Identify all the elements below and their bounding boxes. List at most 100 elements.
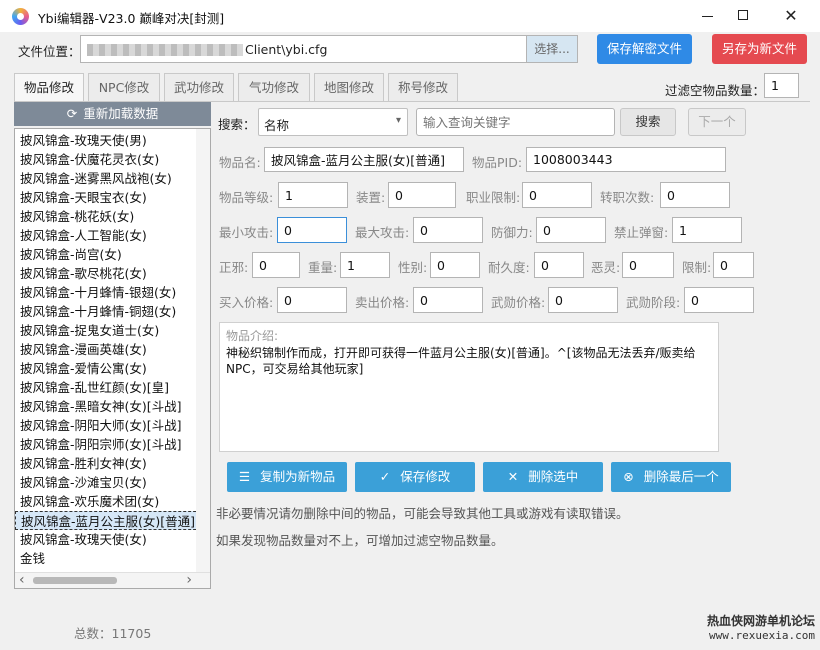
save-decrypted-button[interactable]: 保存解密文件 bbox=[597, 34, 692, 64]
tab-martial[interactable]: 武功修改 bbox=[164, 73, 234, 101]
copy-as-new-button[interactable]: ☰ 复制为新物品 bbox=[227, 462, 347, 492]
buy-price-input[interactable] bbox=[277, 287, 347, 313]
list-item[interactable]: 披风锦盒-胜利女神(女) bbox=[15, 454, 210, 473]
search-label: 搜索： bbox=[218, 117, 256, 132]
save-label: 保存修改 bbox=[400, 469, 451, 484]
no-popup-input[interactable] bbox=[672, 217, 742, 243]
file-path-redacted bbox=[87, 44, 243, 56]
item-pid-label: 物品PID: bbox=[472, 155, 523, 170]
scroll-right-icon[interactable]: › bbox=[186, 573, 192, 587]
item-pid-input[interactable] bbox=[526, 147, 726, 172]
next-button[interactable]: 下一个 bbox=[688, 108, 746, 136]
max-attack-label: 最大攻击: bbox=[355, 225, 410, 240]
watermark-line2: www.rexuexia.com bbox=[709, 629, 815, 642]
search-button[interactable]: 搜索 bbox=[620, 108, 676, 136]
sell-price-label: 卖出价格: bbox=[355, 295, 410, 310]
delete-last-button[interactable]: ⊗ 删除最后一个 bbox=[611, 462, 731, 492]
list-item[interactable]: 披风锦盒-蓝月公主服(女)[普通] bbox=[15, 511, 206, 530]
limit-input[interactable] bbox=[713, 252, 754, 278]
vertical-scrollbar[interactable] bbox=[196, 129, 210, 588]
save-changes-button[interactable]: ✓ 保存修改 bbox=[355, 462, 475, 492]
wuxun-price-label: 武勋价格: bbox=[491, 295, 546, 310]
list-item[interactable]: 披风锦盒-十月蜂情-银翅(女) bbox=[15, 283, 210, 302]
zhengxie-input[interactable] bbox=[252, 252, 300, 278]
equip-input[interactable] bbox=[388, 182, 456, 208]
buy-price-label: 买入价格: bbox=[219, 295, 274, 310]
file-path-field[interactable]: Client\ybi.cfg bbox=[80, 35, 528, 63]
wuxun-price-input[interactable] bbox=[548, 287, 618, 313]
check-circle-icon: ✓ bbox=[379, 469, 391, 484]
list-item[interactable]: 金钱 bbox=[15, 549, 210, 568]
list-item[interactable]: 披风锦盒-迷雾黑风战袍(女) bbox=[15, 169, 210, 188]
durability-input[interactable] bbox=[534, 252, 584, 278]
list-item[interactable]: 披风锦盒-天眼宝衣(女) bbox=[15, 188, 210, 207]
tab-title[interactable]: 称号修改 bbox=[388, 73, 458, 101]
list-item[interactable]: 披风锦盒-桃花妖(女) bbox=[15, 207, 210, 226]
filter-empty-label: 过滤空物品数量： bbox=[665, 83, 766, 98]
list-item[interactable]: 披风锦盒-歌尽桃花(女) bbox=[15, 264, 210, 283]
list-item[interactable]: 披风锦盒-人工智能(女) bbox=[15, 226, 210, 245]
sell-price-input[interactable] bbox=[413, 287, 483, 313]
tab-map[interactable]: 地图修改 bbox=[314, 73, 384, 101]
browse-button[interactable]: 选择... bbox=[526, 35, 578, 63]
delete-selected-button[interactable]: ✕ 删除选中 bbox=[483, 462, 603, 492]
list-item[interactable]: 披风锦盒-玫瑰天使(女) bbox=[15, 530, 210, 549]
defense-label: 防御力: bbox=[491, 225, 533, 240]
list-item[interactable]: 披风锦盒-捉鬼女道士(女) bbox=[15, 321, 210, 340]
reload-button[interactable]: ⟳ 重新加载数据 bbox=[14, 102, 211, 126]
list-item[interactable]: 披风锦盒-沙滩宝贝(女) bbox=[15, 473, 210, 492]
refresh-icon: ⟳ bbox=[66, 106, 78, 121]
list-item[interactable]: 披风锦盒-阴阳大师(女)[斗战] bbox=[15, 416, 210, 435]
rebirth-input[interactable] bbox=[660, 182, 730, 208]
horizontal-scrollbar[interactable]: ‹ › bbox=[15, 572, 210, 588]
job-limit-input[interactable] bbox=[522, 182, 592, 208]
total-value: 11705 bbox=[111, 626, 152, 641]
save-as-new-button[interactable]: 另存为新文件 bbox=[712, 34, 807, 64]
list-item[interactable]: 披风锦盒-黑暗女神(女)[斗战] bbox=[15, 397, 210, 416]
item-level-input[interactable] bbox=[278, 182, 348, 208]
list-item[interactable]: 披风锦盒-爱情公寓(女) bbox=[15, 359, 210, 378]
weight-input[interactable] bbox=[340, 252, 390, 278]
description-box[interactable]: 物品介绍: 神秘织锦制作而成，打开即可获得一件蓝月公主服(女)[普通]。^[该物… bbox=[219, 322, 719, 452]
tab-items[interactable]: 物品修改 bbox=[14, 73, 84, 103]
scroll-left-icon[interactable]: ‹ bbox=[19, 573, 25, 587]
min-attack-label: 最小攻击: bbox=[219, 225, 274, 240]
delete-label: 删除选中 bbox=[528, 469, 579, 484]
defense-input[interactable] bbox=[536, 217, 606, 243]
list-item[interactable]: 披风锦盒-阴阳宗师(女)[斗战] bbox=[15, 435, 210, 454]
filter-empty-input[interactable] bbox=[764, 73, 799, 98]
wuxun-stage-label: 武勋阶段: bbox=[626, 295, 681, 310]
file-location-label: 文件位置： bbox=[18, 44, 81, 59]
limit-label: 限制: bbox=[682, 260, 712, 275]
list-item[interactable]: 披风锦盒-乱世红颜(女)[皇] bbox=[15, 378, 210, 397]
rebirth-label: 转职次数: bbox=[600, 190, 655, 205]
tab-qigong[interactable]: 气功修改 bbox=[238, 73, 310, 101]
title-bar: Ybi编辑器-V23.0 巅峰对决[封测] ✕ bbox=[0, 0, 820, 32]
list-item[interactable]: 披风锦盒-漫画英雄(女) bbox=[15, 340, 210, 359]
search-field-select[interactable]: 名称 ▾ bbox=[258, 108, 408, 136]
evil-spirit-input[interactable] bbox=[622, 252, 674, 278]
maximize-button[interactable] bbox=[722, 0, 766, 32]
item-name-input[interactable] bbox=[264, 147, 464, 172]
close-button[interactable]: ✕ bbox=[768, 0, 814, 32]
min-attack-input[interactable] bbox=[277, 217, 347, 243]
list-item[interactable]: 披风锦盒-尚宫(女) bbox=[15, 245, 210, 264]
list-item[interactable]: 披风锦盒-十月蜂情-铜翅(女) bbox=[15, 302, 210, 321]
hint-note: 如果发现物品数量对不上，可增加过滤空物品数量。 bbox=[216, 533, 504, 548]
file-path-text: Client\ybi.cfg bbox=[245, 42, 328, 57]
close-circle-icon: ⊗ bbox=[623, 469, 634, 484]
wuxun-stage-input[interactable] bbox=[684, 287, 754, 313]
search-input[interactable] bbox=[416, 108, 615, 136]
max-attack-input[interactable] bbox=[413, 217, 483, 243]
delete-last-label: 删除最后一个 bbox=[643, 469, 719, 484]
gender-input[interactable] bbox=[430, 252, 480, 278]
list-item[interactable]: 披风锦盒-伏魔花灵衣(女) bbox=[15, 150, 210, 169]
list-icon: ☰ bbox=[238, 469, 251, 484]
list-item[interactable]: 披风锦盒-欢乐魔术团(女) bbox=[15, 492, 210, 511]
list-item[interactable]: 披风锦盒-玫瑰天使(男) bbox=[15, 131, 210, 150]
tab-npc[interactable]: NPC修改 bbox=[88, 73, 160, 101]
horizontal-scroll-thumb[interactable] bbox=[33, 577, 117, 584]
item-list[interactable]: 披风锦盒-玫瑰天使(男) 披风锦盒-伏魔花灵衣(女) 披风锦盒-迷雾黑风战袍(女) 披… bbox=[14, 128, 211, 589]
close-icon: ✕ bbox=[507, 469, 519, 484]
evil-spirit-label: 恶灵: bbox=[591, 260, 621, 275]
